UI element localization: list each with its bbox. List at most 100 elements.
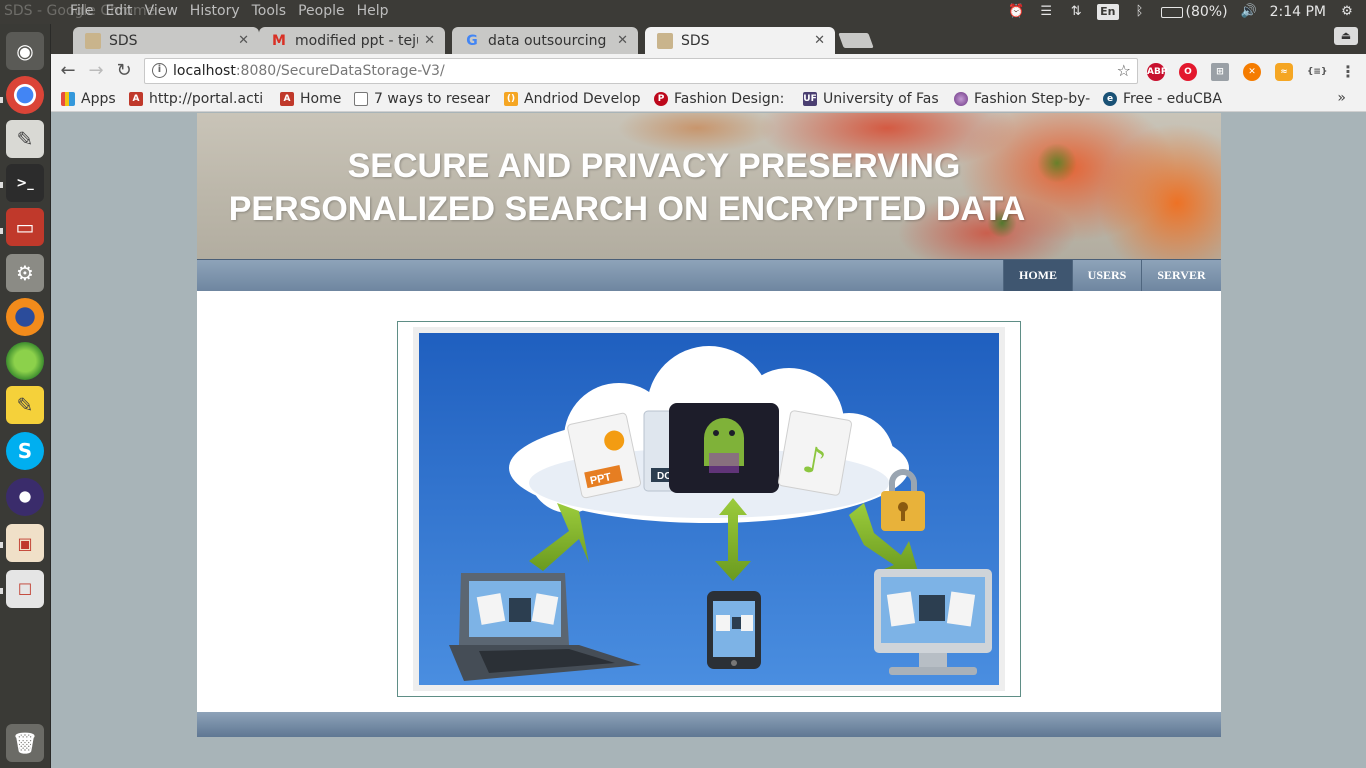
bookmark-android[interactable]: () Andriod Develop: [504, 91, 640, 107]
power-gear-icon[interactable]: ⚙: [1338, 4, 1356, 20]
bookmark-educba[interactable]: e Free - eduCBA: [1103, 91, 1222, 107]
url-host: localhost: [173, 63, 236, 79]
tab-sds-1[interactable]: SDS ✕: [73, 27, 259, 54]
info-icon[interactable]: i: [152, 63, 167, 78]
bookmark-apps[interactable]: Apps: [61, 91, 116, 107]
menu-view[interactable]: View: [145, 3, 178, 19]
fish-extension-icon[interactable]: ≈: [1275, 63, 1293, 81]
site-banner: SECURE AND PRIVACY PRESERVING PERSONALIZ…: [197, 113, 1221, 259]
orange-extension-icon[interactable]: ✕: [1243, 63, 1261, 81]
address-bar[interactable]: i localhost:8080/SecureDataStorage-V3/ ☆: [144, 58, 1138, 84]
apps-grid-icon: [61, 92, 75, 106]
opera-icon[interactable]: O: [1179, 63, 1197, 81]
alarm-clock-icon[interactable]: ⏰: [1007, 4, 1025, 20]
bookmark-label: Home: [300, 91, 342, 107]
dash-home-icon[interactable]: ◉: [6, 32, 44, 70]
tab-google-search[interactable]: G data outsourcing in ✕: [452, 27, 638, 54]
network-arrows-icon[interactable]: ⇅: [1067, 4, 1085, 20]
close-icon[interactable]: ✕: [238, 33, 249, 48]
app-menubar: File Edit View History Tools People Help: [70, 3, 401, 19]
gmail-icon: M: [272, 32, 286, 49]
adblock-plus-icon[interactable]: ABP: [1147, 63, 1167, 81]
menu-tools[interactable]: Tools: [252, 3, 287, 19]
bluetooth-icon[interactable]: ᛒ: [1131, 4, 1149, 20]
clock[interactable]: 2:14 PM: [1270, 4, 1326, 20]
presentation-icon[interactable]: ▣: [6, 524, 44, 562]
running-indicator: [0, 182, 3, 188]
chrome-icon[interactable]: [6, 76, 44, 114]
text-editor-icon[interactable]: ✎: [6, 120, 44, 158]
reload-icon[interactable]: ↻: [113, 60, 135, 82]
bookmark-fashion-design[interactable]: P Fashion Design: F: [654, 91, 790, 107]
json-extension-icon[interactable]: {≡}: [1307, 63, 1327, 81]
bookmark-label: 7 ways to researc: [374, 91, 490, 107]
tab-sds-active[interactable]: SDS ✕: [645, 27, 835, 54]
terminal-icon[interactable]: >_: [6, 164, 44, 202]
forward-arrow-icon[interactable]: →: [85, 60, 107, 82]
close-icon[interactable]: ✕: [814, 33, 825, 48]
act-logo-icon: A: [129, 92, 143, 106]
file-manager-icon[interactable]: ▭: [6, 208, 44, 246]
illustration-frame: PPT DOC ♪: [413, 327, 1005, 691]
browser-tabstrip: SDS ✕ M modified ppt - tejur ✕ G data ou…: [51, 24, 1366, 54]
site-favicon-icon: [85, 32, 101, 49]
system-tray: ⏰ ☰ ⇅ En ᛒ (80%) 🔊 2:14 PM ⚙: [1007, 0, 1356, 24]
system-settings-icon[interactable]: ⚙: [6, 254, 44, 292]
bookmark-star-icon[interactable]: ☆: [1117, 59, 1131, 83]
more-bookmarks-chevron-icon[interactable]: »: [1337, 90, 1346, 106]
running-indicator: [0, 97, 3, 103]
keyboard-layout-indicator[interactable]: En: [1097, 4, 1119, 20]
puzzle-extension-icon[interactable]: ⊞: [1211, 63, 1229, 81]
nav-users[interactable]: USERS: [1072, 260, 1141, 291]
pinterest-icon: P: [654, 92, 668, 106]
back-arrow-icon[interactable]: ←: [57, 60, 79, 82]
profile-menu-icon[interactable]: ⏏: [1334, 27, 1358, 45]
bookmark-home[interactable]: A Home: [280, 91, 341, 107]
bookmark-label: Free - eduCBA: [1123, 91, 1222, 107]
site-title: SECURE AND PRIVACY PRESERVING PERSONALIZ…: [197, 145, 1057, 231]
android-icon: [669, 403, 779, 493]
site-navbar: HOME USERS SERVER: [197, 259, 1221, 291]
chrome-menu-icon[interactable]: ⋮: [1339, 63, 1357, 81]
bookmark-portal[interactable]: A http://portal.acti: [129, 91, 269, 107]
notes-icon[interactable]: ✎: [6, 386, 44, 424]
act-logo-icon: A: [280, 92, 294, 106]
firefox-icon[interactable]: [6, 298, 44, 336]
skype-icon[interactable]: S: [6, 432, 44, 470]
nav-home[interactable]: HOME: [1003, 260, 1072, 291]
globe-icon: [954, 92, 968, 106]
bookmark-fashion-steps[interactable]: Fashion Step-by-S: [954, 91, 1090, 107]
close-icon[interactable]: ✕: [617, 33, 628, 48]
battery-icon: [1160, 6, 1183, 18]
unity-launcher: ◉ ✎ >_ ▭ ⚙ ✎ S ▣ ☐ 🗑: [0, 24, 51, 768]
bookmark-7-ways[interactable]: 7 ways to researc: [354, 91, 490, 107]
close-icon[interactable]: ✕: [424, 33, 435, 48]
trash-icon[interactable]: 🗑: [6, 724, 44, 762]
bookmark-label: University of Fas: [823, 91, 939, 107]
system-top-panel: SDS - Google Chrome File Edit View Histo…: [0, 0, 1366, 24]
menu-edit[interactable]: Edit: [105, 3, 132, 19]
menu-help[interactable]: Help: [357, 3, 389, 19]
document-viewer-icon[interactable]: ☐: [6, 570, 44, 608]
menu-people[interactable]: People: [298, 3, 345, 19]
bookmark-university[interactable]: UF University of Fas: [803, 91, 941, 107]
educba-icon: e: [1103, 92, 1117, 106]
running-indicator: [0, 228, 3, 234]
site-title-line2: PERSONALIZED SEARCH ON ENCRYPTED DATA: [228, 190, 1026, 228]
tab-title: SDS: [681, 32, 710, 49]
battery-indicator[interactable]: (80%): [1160, 4, 1228, 20]
tab-gmail[interactable]: M modified ppt - tejur ✕: [259, 27, 445, 54]
green-app-icon[interactable]: [6, 342, 44, 380]
list-icon[interactable]: ☰: [1037, 4, 1055, 20]
nav-server[interactable]: SERVER: [1141, 260, 1221, 291]
music-file-icon: ♪: [778, 410, 852, 496]
menu-history[interactable]: History: [190, 3, 240, 19]
browser-toolbar: ← → ↻ i localhost:8080/SecureDataStorage…: [51, 54, 1366, 88]
tab-title: modified ppt - tejur: [295, 32, 419, 49]
page-icon: [354, 92, 368, 106]
cloud-storage-illustration: PPT DOC ♪: [397, 321, 1021, 697]
new-tab-button[interactable]: [838, 33, 874, 48]
volume-icon[interactable]: 🔊: [1240, 4, 1258, 20]
menu-file[interactable]: File: [70, 3, 93, 19]
eclipse-icon[interactable]: [6, 478, 44, 516]
